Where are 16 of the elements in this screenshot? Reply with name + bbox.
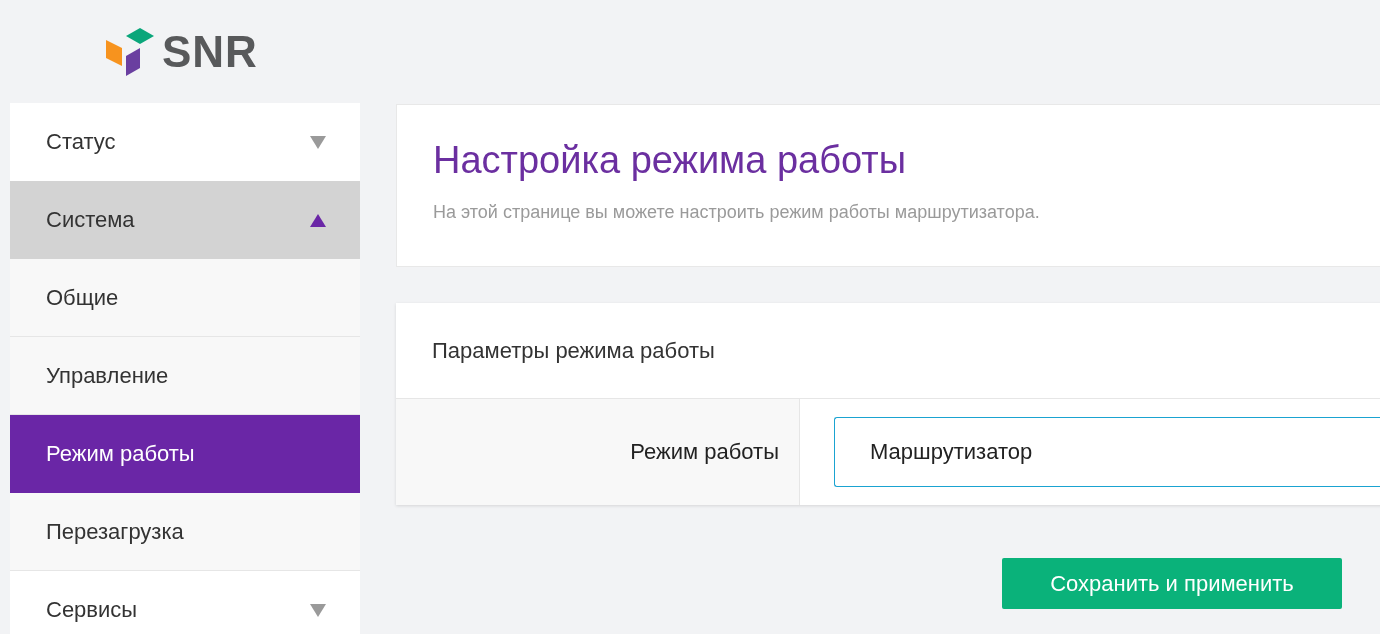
caret-down-icon	[310, 135, 326, 149]
sidebar-item[interactable]: Режим работы	[10, 415, 360, 493]
mode-field[interactable]: Маршрутизатор	[834, 417, 1380, 487]
sidebar-item[interactable]: Перезагрузка	[10, 493, 360, 571]
sidebar-section[interactable]: Система	[10, 181, 360, 259]
caret-down-icon	[310, 603, 326, 617]
cube-logo-icon	[104, 25, 156, 78]
caret-up-icon	[310, 213, 326, 227]
sidebar-item[interactable]: Управление	[10, 337, 360, 415]
page-title: Настройка режима работы	[433, 139, 907, 182]
field-label: Режим работы	[396, 399, 800, 505]
sidebar-section[interactable]: Сервисы	[10, 571, 360, 634]
page-description: На этой странице вы можете настроить режим работы маршрутизатора.	[433, 202, 1041, 223]
logo-text: SNR	[162, 26, 258, 77]
sidebar-item[interactable]: Общие	[10, 259, 360, 337]
sidebar-section[interactable]: Статус	[10, 103, 360, 181]
